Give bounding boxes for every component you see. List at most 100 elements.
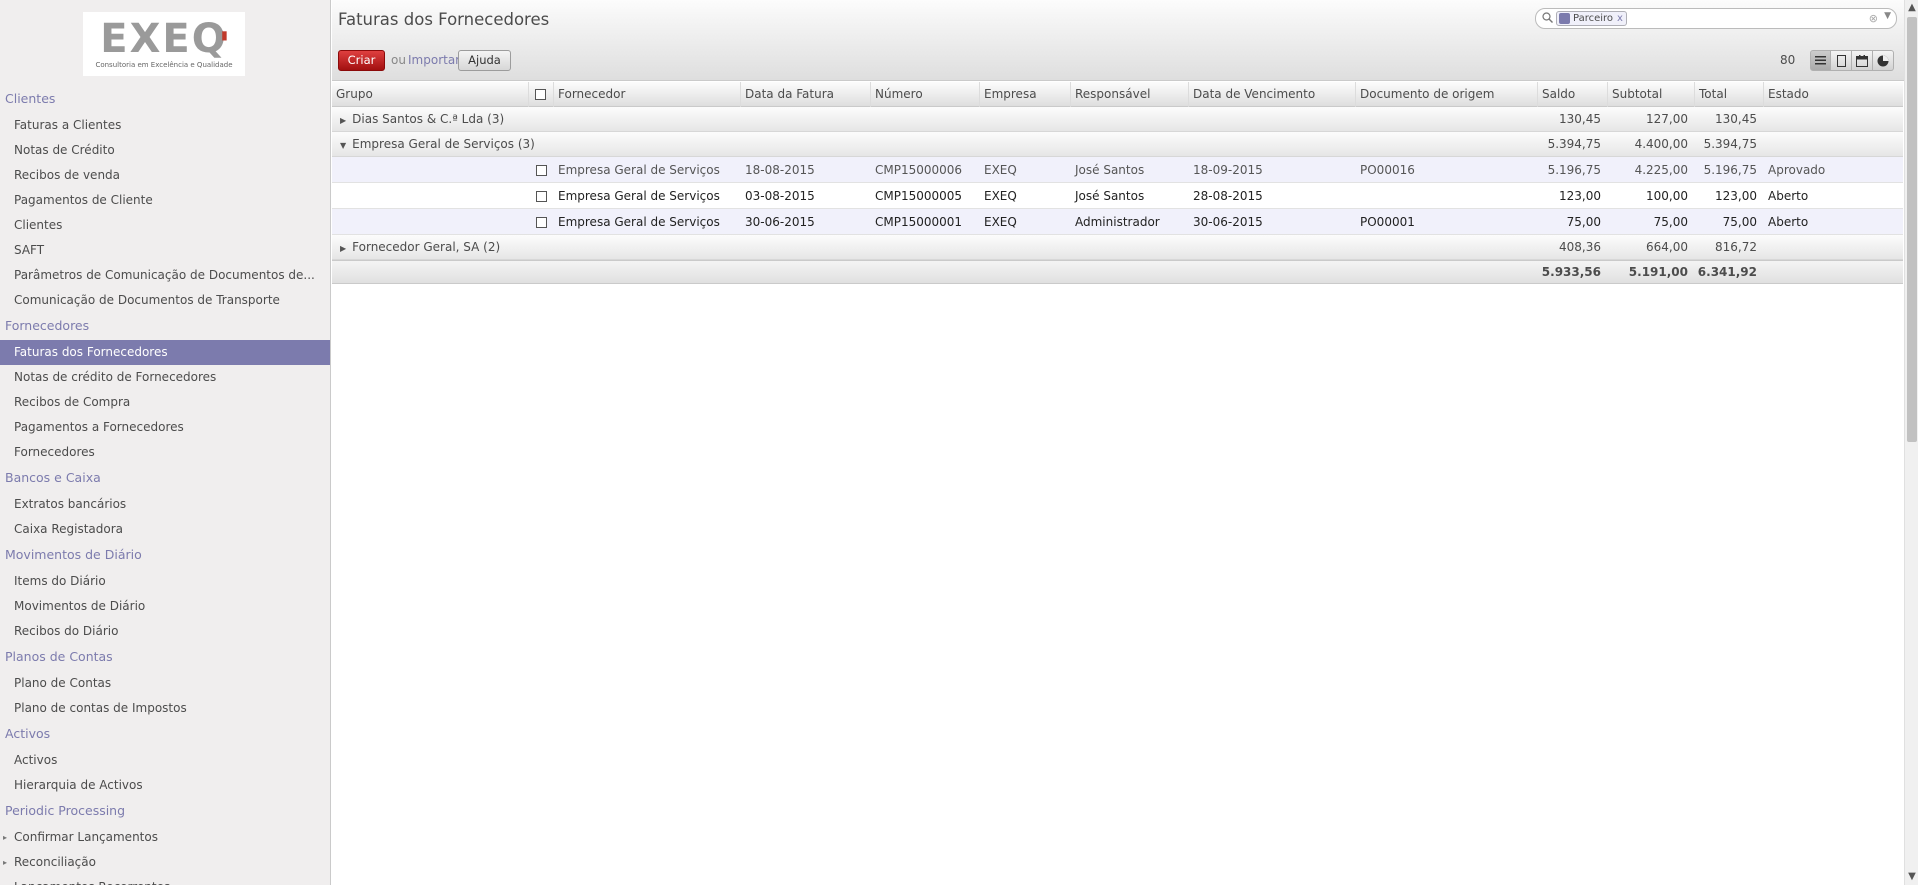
company-logo[interactable]: EXEQ ▮ Consultoria em Excelência e Qualid…	[83, 12, 245, 76]
row-checkbox[interactable]	[536, 191, 547, 202]
sidebar-section-title[interactable]: Clientes	[0, 88, 330, 113]
vertical-scrollbar[interactable]: ▲ ▼	[1904, 0, 1918, 885]
column-header-total[interactable]: Total	[1694, 82, 1763, 107]
sidebar-item[interactable]: Plano de Contas	[0, 671, 330, 696]
row-checkbox[interactable]	[536, 217, 547, 228]
form-view-button[interactable]	[1831, 50, 1852, 71]
search-dropdown-icon[interactable]: ▼	[1884, 11, 1891, 21]
sidebar-item[interactable]: Recibos de Compra	[0, 390, 330, 415]
cell-estado: Aprovado	[1768, 163, 1826, 177]
cell-vencimento: 28-08-2015	[1193, 189, 1263, 203]
sidebar-item[interactable]: Recibos de venda	[0, 163, 330, 188]
column-header-vencimento[interactable]: Data de Vencimento	[1188, 82, 1355, 107]
group-row[interactable]: ▶ Fornecedor Geral, SA (2) 408,36 664,00 816…	[332, 235, 1903, 260]
sidebar-section-title[interactable]: Periodic Processing	[0, 800, 330, 825]
group-row[interactable]: ▼ Empresa Geral de Serviços (3) 5.394,75 4.…	[332, 132, 1903, 157]
sidebar-section-title[interactable]: Fornecedores	[0, 315, 330, 340]
record-count[interactable]: 80	[1780, 53, 1795, 67]
sidebar-item[interactable]: Pagamentos de Cliente	[0, 188, 330, 213]
sidebar-item[interactable]: Pagamentos a Fornecedores	[0, 415, 330, 440]
scroll-thumb[interactable]	[1907, 17, 1917, 442]
sidebar-item[interactable]: ▸ Reconciliação	[0, 850, 330, 875]
sidebar-item[interactable]: Recibos do Diário	[0, 619, 330, 644]
sidebar-item-label: Notas de crédito de Fornecedores	[14, 370, 217, 384]
search-box[interactable]: Parceiro x ⊗ ▼	[1535, 8, 1897, 29]
sidebar-item[interactable]: ▸ Confirmar Lançamentos	[0, 825, 330, 850]
expand-arrow-icon[interactable]: ▶	[340, 244, 346, 253]
sidebar-item[interactable]: Clientes	[0, 213, 330, 238]
cell-empresa: EXEQ	[984, 163, 1017, 177]
calendar-icon	[1856, 54, 1868, 67]
sidebar-item-label: Extratos bancários	[14, 497, 127, 511]
collapse-arrow-icon[interactable]: ▼	[340, 141, 346, 150]
cell-estado: Aberto	[1768, 215, 1809, 229]
sidebar-item-label: Caixa Registadora	[14, 522, 124, 536]
sidebar-item[interactable]: SAFT	[0, 238, 330, 263]
expand-arrow-icon[interactable]: ▶	[340, 116, 346, 125]
sidebar-item[interactable]: Activos	[0, 748, 330, 773]
column-header-responsavel[interactable]: Responsável	[1070, 82, 1188, 107]
group-name[interactable]: ▼ Empresa Geral de Serviços (3)	[340, 132, 740, 158]
sidebar-section-title[interactable]: Movimentos de Diário	[0, 544, 330, 569]
sidebar-item[interactable]: Movimentos de Diário	[0, 594, 330, 619]
group-name[interactable]: ▶ Dias Santos & C.ª Lda (3)	[340, 107, 740, 133]
column-header-data[interactable]: Data da Fatura	[740, 82, 870, 107]
table-row[interactable]: Empresa Geral de Serviços 18-08-2015 CMP15…	[332, 157, 1903, 183]
cell-estado: Aberto	[1768, 189, 1809, 203]
cell-numero: CMP15000001	[875, 215, 963, 229]
sidebar-item-label: Pagamentos a Fornecedores	[14, 420, 184, 434]
list-view-button[interactable]	[1810, 50, 1831, 71]
import-link[interactable]: Importar	[408, 53, 460, 67]
sidebar-item[interactable]: Notas de Crédito	[0, 138, 330, 163]
sidebar-section-title[interactable]: Activos	[0, 723, 330, 748]
create-button[interactable]: Criar	[338, 50, 385, 71]
table-row[interactable]: Empresa Geral de Serviços 30-06-2015 CMP15…	[332, 209, 1903, 235]
expand-arrow-icon[interactable]: ▸	[3, 825, 7, 850]
scroll-up-icon[interactable]: ▲	[1905, 0, 1918, 16]
column-header-saldo[interactable]: Saldo	[1537, 82, 1607, 107]
expand-arrow-icon[interactable]: ▸	[3, 850, 7, 875]
sidebar-item[interactable]: Comunicação de Documentos de Transporte	[0, 288, 330, 313]
sidebar-item[interactable]: Items do Diário	[0, 569, 330, 594]
column-header-fornecedor[interactable]: Fornecedor	[553, 82, 740, 107]
sidebar-item[interactable]: Caixa Registadora	[0, 517, 330, 542]
sidebar-item-label: Activos	[14, 753, 58, 767]
sidebar-item[interactable]: Faturas dos Fornecedores	[0, 340, 330, 365]
column-header-origem[interactable]: Documento de origem	[1355, 82, 1537, 107]
row-checkbox[interactable]	[536, 165, 547, 176]
sidebar-item[interactable]: Notas de crédito de Fornecedores	[0, 365, 330, 390]
sidebar-item[interactable]: Fornecedores	[0, 440, 330, 465]
sidebar-item-label: Comunicação de Documentos de Transporte	[14, 293, 280, 307]
column-header-subtotal[interactable]: Subtotal	[1607, 82, 1694, 107]
table-row[interactable]: Empresa Geral de Serviços 03-08-2015 CMP15…	[332, 183, 1903, 209]
sidebar-item[interactable]: Plano de contas de Impostos	[0, 696, 330, 721]
sidebar-item-label: Recibos de Compra	[14, 395, 131, 409]
column-header-empresa[interactable]: Empresa	[979, 82, 1070, 107]
group-name[interactable]: ▶ Fornecedor Geral, SA (2)	[340, 235, 740, 261]
scroll-down-icon[interactable]: ▼	[1905, 869, 1918, 885]
group-label: Empresa Geral de Serviços (3)	[352, 137, 535, 151]
expand-arrow-icon[interactable]: ▸	[3, 875, 7, 885]
sidebar-item[interactable]: Extratos bancários	[0, 492, 330, 517]
sidebar-section-title[interactable]: Bancos e Caixa	[0, 467, 330, 492]
column-header-estado[interactable]: Estado	[1763, 82, 1903, 107]
sidebar-item[interactable]: Hierarquia de Activos	[0, 773, 330, 798]
select-all-checkbox[interactable]	[535, 89, 546, 100]
sidebar-item[interactable]: Faturas a Clientes	[0, 113, 330, 138]
sidebar-item[interactable]: Parâmetros de Comunicação de Documentos …	[0, 263, 330, 288]
sidebar-menu: Clientes Faturas a Clientes Notas de Crédi…	[0, 86, 330, 885]
group-total: 5.394,75	[1703, 137, 1757, 151]
group-row[interactable]: ▶ Dias Santos & C.ª Lda (3) 130,45 127,00 13…	[332, 107, 1903, 132]
graph-view-button[interactable]	[1873, 50, 1894, 71]
search-facet[interactable]: Parceiro x	[1556, 11, 1627, 26]
column-header-grupo[interactable]: Grupo	[332, 82, 528, 107]
column-header-numero[interactable]: Número	[870, 82, 979, 107]
sidebar-item-label: Recibos do Diário	[14, 624, 119, 638]
facet-remove-button[interactable]: x	[1617, 12, 1623, 25]
help-button[interactable]: Ajuda	[458, 50, 511, 71]
clear-search-icon[interactable]: ⊗	[1869, 12, 1878, 25]
sidebar-item[interactable]: ▸ Lançamentos Recorrentes	[0, 875, 330, 885]
calendar-view-button[interactable]	[1852, 50, 1873, 71]
sidebar-section-title[interactable]: Planos de Contas	[0, 646, 330, 671]
select-all-cell	[528, 82, 553, 107]
